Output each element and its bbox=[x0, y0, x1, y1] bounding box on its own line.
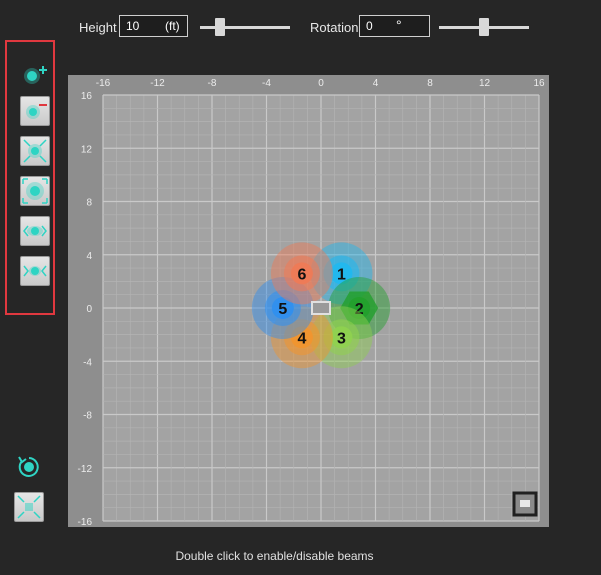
height-slider-thumb[interactable] bbox=[215, 18, 225, 36]
height-input[interactable]: 10 (ft) bbox=[119, 15, 188, 37]
beam-label: 5 bbox=[278, 301, 287, 318]
fit-view-icon bbox=[17, 495, 41, 519]
fit-view-button[interactable] bbox=[14, 492, 44, 522]
x-tick-label: 0 bbox=[318, 78, 324, 89]
beam-map-view[interactable]: -16 -12 -8 -4 0 4 8 12 16 16 12 8 4 0 -4 -8 -12 -16 1 2 3 4 5 6 bbox=[68, 75, 549, 528]
y-tick-label: 0 bbox=[86, 304, 92, 315]
y-tick-label: -12 bbox=[78, 464, 93, 475]
rotation-value: 0 bbox=[366, 19, 373, 33]
height-slider-track[interactable] bbox=[200, 26, 290, 29]
narrow-horizontal-button[interactable] bbox=[20, 256, 50, 286]
x-tick-label: 12 bbox=[479, 78, 491, 89]
y-tick-label: -8 bbox=[83, 411, 92, 422]
x-tick-label: 16 bbox=[533, 78, 545, 89]
expand-icon bbox=[22, 178, 48, 204]
add-beam-icon bbox=[24, 66, 47, 84]
rotation-unit: ° bbox=[396, 17, 402, 33]
device-marker-inner bbox=[520, 500, 530, 507]
shrink-beams-button[interactable] bbox=[20, 136, 50, 166]
remove-beam-icon bbox=[26, 104, 47, 119]
rotation-label: Rotation bbox=[310, 20, 359, 35]
beam-label: 6 bbox=[297, 266, 306, 283]
center-device bbox=[311, 301, 331, 315]
reset-rotation-button[interactable] bbox=[14, 452, 44, 482]
beam-label: 3 bbox=[337, 330, 346, 347]
y-tick-label: -16 bbox=[78, 517, 93, 527]
y-tick-label: 4 bbox=[86, 251, 92, 262]
x-tick-label: -4 bbox=[262, 78, 271, 89]
rotate-reset-icon bbox=[18, 456, 39, 477]
y-tick-label: 8 bbox=[86, 198, 92, 209]
x-tick-label: 4 bbox=[373, 78, 379, 89]
rotation-input[interactable]: 0 ° bbox=[359, 15, 430, 37]
y-tick-label: -4 bbox=[83, 357, 92, 368]
spread-horizontal-icon bbox=[23, 225, 47, 237]
x-tick-label: -16 bbox=[96, 78, 111, 89]
height-label: Height bbox=[79, 20, 117, 35]
remove-beam-button[interactable] bbox=[20, 96, 50, 126]
x-tick-label: 8 bbox=[427, 78, 433, 89]
narrow-horizontal-icon bbox=[23, 265, 47, 277]
spread-horizontal-button[interactable] bbox=[20, 216, 50, 246]
y-tick-label: 12 bbox=[81, 144, 93, 155]
add-beam-button[interactable] bbox=[20, 60, 50, 90]
beam-toolbar bbox=[5, 40, 55, 315]
height-value: 10 bbox=[126, 19, 140, 33]
x-tick-label: -12 bbox=[150, 78, 165, 89]
rotation-slider-thumb[interactable] bbox=[479, 18, 489, 36]
height-unit: (ft) bbox=[165, 19, 180, 33]
y-tick-label: 16 bbox=[81, 91, 93, 102]
contract-icon bbox=[23, 139, 47, 163]
expand-beams-button[interactable] bbox=[20, 176, 50, 206]
status-message: Double click to enable/disable beams bbox=[175, 549, 374, 563]
beam-grid[interactable]: -16 -12 -8 -4 0 4 8 12 161612840-4-8-12-16123456 bbox=[68, 75, 549, 528]
x-tick-label: -8 bbox=[208, 78, 217, 89]
